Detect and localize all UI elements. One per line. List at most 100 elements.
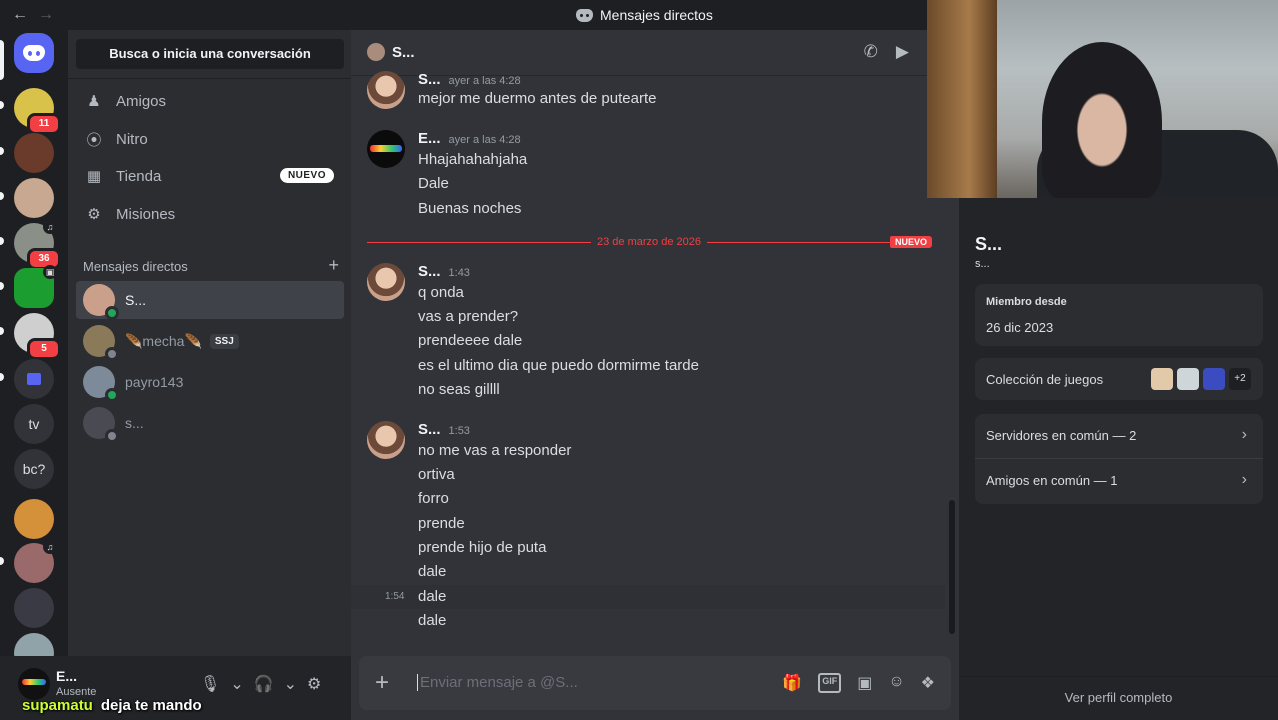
message-author[interactable]: S... 1:43 xyxy=(418,263,470,280)
message-author[interactable]: S... ayer a las 4:28 xyxy=(418,71,521,88)
gift-icon[interactable]: 🎁 xyxy=(782,673,802,693)
avatar[interactable] xyxy=(367,71,405,109)
server-icon[interactable]: ♫ 36 xyxy=(14,220,61,270)
mutual-friends-row[interactable]: Amigos en común — 1 › xyxy=(975,459,1263,504)
voice-call-icon[interactable]: ✆ xyxy=(864,42,878,62)
profile-display-name: S... xyxy=(975,234,1003,254)
avatar[interactable] xyxy=(367,130,405,168)
apps-icon[interactable]: ❖ xyxy=(921,673,935,693)
folder-icon xyxy=(27,373,41,385)
message-text: Buenas noches xyxy=(418,200,522,217)
dm-item[interactable]: 🪶mecha🪶 SSJ xyxy=(76,322,344,361)
screen-share-icon: ▣ xyxy=(43,265,57,279)
chevron-down-icon[interactable]: ⌄ xyxy=(230,674,243,694)
message-text: prendeeee dale xyxy=(418,332,523,349)
dm-item[interactable]: payro143 xyxy=(76,363,344,402)
mutual-servers-row[interactable]: Servidores en común — 2 › xyxy=(975,414,1263,459)
offline-status-icon xyxy=(105,347,119,361)
message-author[interactable]: E... ayer a las 4:28 xyxy=(418,130,521,147)
more-games-count: +2 xyxy=(1229,368,1251,390)
server-icon[interactable] xyxy=(14,499,54,539)
game-collection-card[interactable]: Colección de juegos +2 xyxy=(975,358,1263,400)
chat-scrollbar[interactable] xyxy=(949,500,955,634)
gif-icon[interactable]: GIF xyxy=(818,673,842,693)
server-icon[interactable] xyxy=(14,178,54,218)
settings-gear-icon[interactable]: ⚙ xyxy=(307,674,321,694)
avatar[interactable] xyxy=(367,421,405,459)
mention-badge: 5 xyxy=(27,338,61,360)
member-since-date: 26 dic 2023 xyxy=(986,320,1054,335)
forward-arrow-icon[interactable]: → xyxy=(38,6,54,24)
nav-item-shop[interactable]: ▦ Tienda NUEVO xyxy=(76,158,344,194)
sticker-icon[interactable]: ▣ xyxy=(857,673,872,693)
dm-section-header: Mensajes directos + xyxy=(83,255,339,275)
video-call-icon[interactable]: ▶ xyxy=(896,42,909,62)
view-full-profile-button[interactable]: Ver perfil completo xyxy=(959,676,1278,720)
microphone-icon[interactable]: 🎙 xyxy=(200,674,220,694)
nav-item-quests[interactable]: ⚙ Misiones xyxy=(76,196,344,232)
home-button[interactable] xyxy=(14,33,54,73)
message-input[interactable]: Enviar mensaje a @S... xyxy=(417,674,578,691)
nav-item-label: Misiones xyxy=(116,205,176,223)
server-icon[interactable]: 5 xyxy=(14,313,61,360)
unread-indicator xyxy=(0,282,4,290)
headphones-icon[interactable]: 🎧 xyxy=(254,674,274,694)
selected-indicator xyxy=(0,40,4,80)
server-folder[interactable] xyxy=(14,359,54,399)
guild-tag: SSJ xyxy=(209,333,239,349)
back-arrow-icon[interactable]: ← xyxy=(12,6,28,24)
caption-author: supamatu xyxy=(22,697,93,714)
message-text: no seas gillll xyxy=(418,381,500,398)
author-name: S... xyxy=(418,263,441,280)
message-timestamp: ayer a las 4:28 xyxy=(448,75,521,87)
unread-indicator xyxy=(0,147,4,155)
dm-item[interactable]: S... xyxy=(76,281,344,320)
chevron-right-icon: › xyxy=(1241,426,1247,443)
call-controls: ✆ ▶ xyxy=(864,42,909,62)
new-messages-badge: NUEVO xyxy=(890,236,933,248)
author-name: S... xyxy=(418,421,441,438)
message-text: dale xyxy=(418,588,447,605)
quests-icon: ⚙ xyxy=(87,206,101,223)
server-icon[interactable]: ▣ xyxy=(14,265,57,308)
mutual-servers-label: Servidores en común — 2 xyxy=(986,428,1137,443)
message-text: Dale xyxy=(418,175,449,192)
message-text: dale xyxy=(418,612,447,629)
online-status-icon xyxy=(105,388,119,402)
author-name: E... xyxy=(418,130,441,147)
avatar xyxy=(83,325,119,361)
server-icon[interactable]: tv xyxy=(14,404,54,444)
conversation-search-button[interactable]: Busca o inicia una conversación xyxy=(76,39,344,69)
new-badge: NUEVO xyxy=(279,168,334,183)
dm-name: 🪶mecha🪶 xyxy=(125,332,202,349)
server-icon[interactable] xyxy=(14,588,54,628)
message-text: mejor me duermo antes de putearte xyxy=(418,90,657,107)
message-timestamp: 1:53 xyxy=(448,425,470,437)
dm-name: payro143 xyxy=(125,374,184,390)
date-divider-label: 23 de marzo de 2026 xyxy=(591,236,707,248)
server-icon[interactable]: 11 xyxy=(14,88,61,135)
chat-recipient-name[interactable]: S... xyxy=(392,44,415,61)
user-avatar[interactable] xyxy=(18,668,50,700)
online-status-icon xyxy=(105,306,119,320)
speaker-icon: ♫ xyxy=(43,220,57,234)
nav-item-nitro[interactable]: ⦿ Nitro xyxy=(76,121,344,157)
discord-logo-icon xyxy=(23,45,45,61)
user-name: E... xyxy=(56,668,78,684)
attach-plus-icon[interactable]: + xyxy=(375,669,389,697)
server-icon[interactable] xyxy=(14,133,54,173)
emoji-icon[interactable]: ☺ xyxy=(888,673,904,693)
message-text: prende xyxy=(418,515,465,532)
avatar[interactable] xyxy=(367,263,405,301)
mention-badge: 11 xyxy=(27,113,61,135)
server-icon[interactable]: ♫ xyxy=(14,540,57,583)
create-dm-plus-icon[interactable]: + xyxy=(328,255,339,276)
dm-item[interactable]: s... xyxy=(76,404,344,443)
message-author[interactable]: S... 1:53 xyxy=(418,421,470,438)
window-title: Mensajes directos xyxy=(576,7,713,23)
chevron-right-icon: › xyxy=(1241,471,1247,488)
chevron-down-icon[interactable]: ⌄ xyxy=(284,674,297,694)
mutuals-card: Servidores en común — 2 › Amigos en comú… xyxy=(975,414,1263,504)
nav-item-friends[interactable]: ♟ Amigos xyxy=(76,83,344,119)
server-icon[interactable]: bc? xyxy=(14,449,54,489)
